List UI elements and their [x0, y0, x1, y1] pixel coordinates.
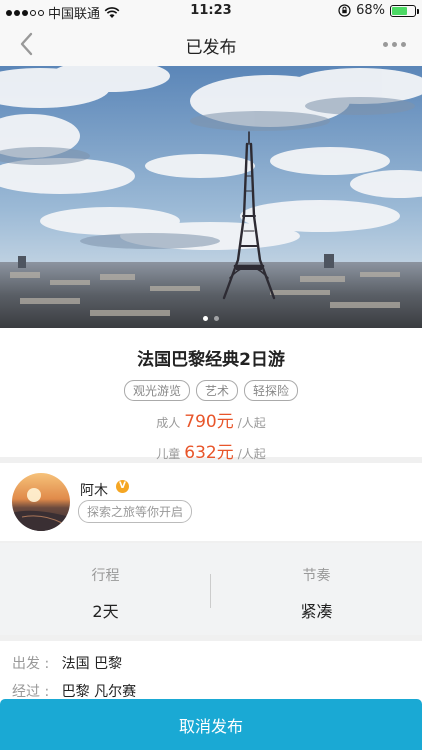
eiffel-tower-photo	[0, 66, 422, 328]
avatar-image	[12, 473, 70, 531]
page-title: 已发布	[185, 38, 237, 58]
verified-badge-icon: V	[116, 480, 129, 493]
host-name: 阿木	[80, 483, 108, 499]
battery-icon	[390, 4, 419, 17]
pace-value: 紧凑	[300, 602, 333, 621]
departure-value: 法国 巴黎	[61, 656, 123, 672]
itinerary-stat: 行程 2天	[0, 543, 211, 635]
battery-percent: 68%	[356, 3, 385, 18]
tag-list: 观光游览 艺术 轻探险	[0, 380, 422, 401]
trip-title: 法国巴黎经典2日游	[137, 350, 285, 370]
avatar[interactable]	[12, 473, 70, 531]
pace-label: 节奏	[302, 568, 331, 584]
departure-row: 出发 : 法国 巴黎	[12, 653, 122, 673]
tag-sightseeing: 观光游览	[123, 380, 190, 401]
pace-stat: 节奏 紧凑	[211, 543, 422, 635]
pager-dot-active	[203, 316, 208, 321]
carousel-pager	[0, 316, 422, 321]
nav-bar: 已发布	[0, 22, 422, 66]
departure-label: 出发 :	[12, 656, 50, 672]
via-row: 经过 : 巴黎 凡尔赛	[12, 681, 136, 701]
tag-art: 艺术	[195, 380, 238, 401]
trip-info-card: 法国巴黎经典2日游 观光游览 艺术 轻探险 成人 790元 /人起 儿童 632…	[0, 328, 422, 463]
itinerary-label: 行程	[91, 568, 120, 584]
more-button[interactable]	[380, 32, 408, 56]
adult-unit: /人起	[237, 416, 266, 430]
status-right: 68%	[338, 3, 419, 18]
child-label: 儿童	[156, 447, 181, 461]
cancel-publish-button[interactable]: 取消发布	[0, 699, 422, 750]
tag-light-adventure: 轻探险	[244, 380, 299, 401]
host-card[interactable]: 阿木 V 探索之旅等你开启	[0, 463, 422, 541]
pager-dot	[214, 316, 219, 321]
orientation-lock-icon	[338, 4, 351, 17]
child-unit: /人起	[237, 447, 266, 461]
hero-image-carousel[interactable]	[0, 66, 422, 328]
child-price: 632元	[184, 443, 234, 463]
more-dots-icon	[382, 41, 388, 47]
host-bio: 探索之旅等你开启	[78, 500, 193, 523]
trip-stats: 行程 2天 节奏 紧凑	[0, 543, 422, 635]
adult-label: 成人	[156, 416, 181, 430]
adult-price-row: 成人 790元 /人起	[0, 407, 422, 432]
child-price-row: 儿童 632元 /人起	[0, 438, 422, 463]
itinerary-value: 2天	[92, 602, 119, 621]
via-value: 巴黎 凡尔赛	[61, 684, 137, 700]
battery-level	[392, 6, 407, 15]
via-label: 经过 :	[12, 684, 50, 700]
status-bar: 中国联通 11:23 68%	[0, 0, 422, 22]
adult-price: 790元	[184, 412, 234, 432]
